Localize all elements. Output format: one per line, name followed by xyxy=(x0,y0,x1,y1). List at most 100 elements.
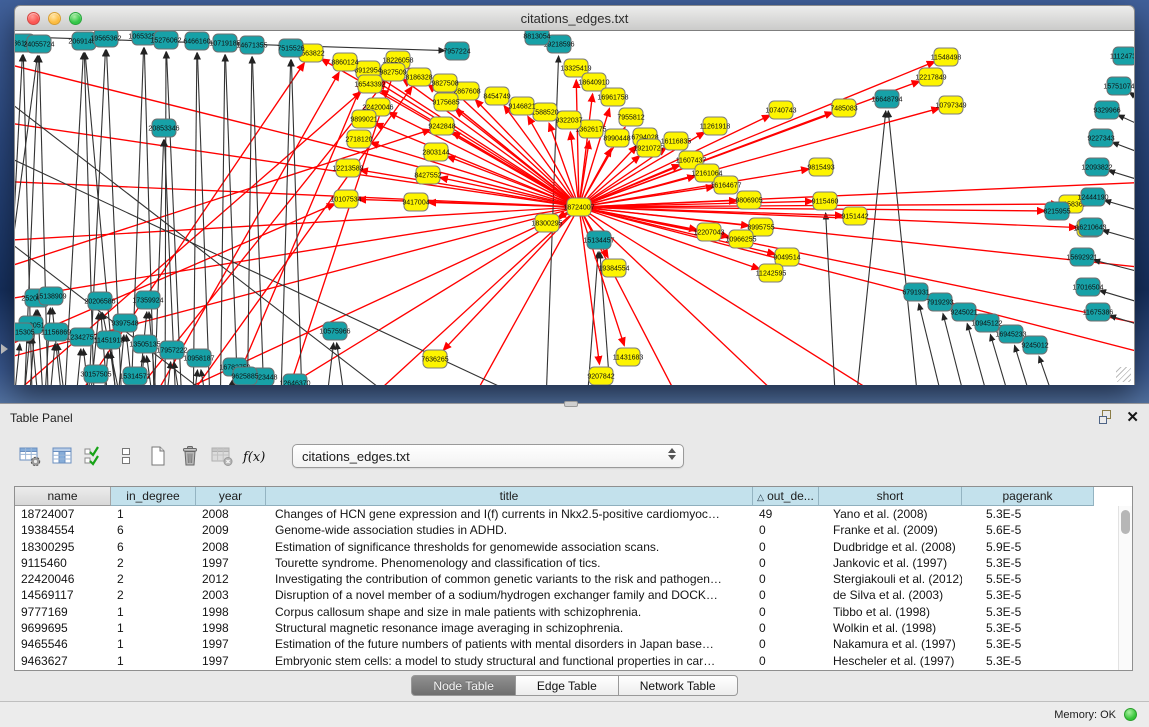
table-row[interactable]: 1456911722003Disruption of a novel membe… xyxy=(15,587,1132,603)
network-node[interactable]: 9315305 xyxy=(15,323,35,341)
network-node[interactable]: 12444190 xyxy=(1077,188,1108,206)
network-node[interactable]: 16164677 xyxy=(710,176,741,194)
table-scrollbar[interactable] xyxy=(1118,506,1132,670)
network-node[interactable]: 9245021 xyxy=(950,303,977,321)
edge[interactable] xyxy=(919,304,950,385)
row-select-icon[interactable] xyxy=(78,441,110,471)
network-node[interactable]: 30157505 xyxy=(80,365,111,383)
network-node[interactable]: 19565362 xyxy=(90,31,121,47)
column-header-outde[interactable]: △out_de... xyxy=(753,487,819,506)
network-node[interactable]: 20853346 xyxy=(148,119,179,137)
network-node[interactable]: 2803144 xyxy=(422,143,449,161)
selected-edge[interactable] xyxy=(455,207,579,385)
new-document-icon[interactable] xyxy=(142,441,174,471)
network-node[interactable]: 16210643 xyxy=(1075,218,1106,236)
edge[interactable] xyxy=(826,213,837,385)
window-resize-grip[interactable] xyxy=(1116,367,1131,382)
network-node[interactable]: 9625885 xyxy=(231,367,258,385)
network-node[interactable]: 16543392 xyxy=(354,75,385,93)
network-node[interactable]: 7919293 xyxy=(926,293,953,311)
network-node[interactable]: 16961758 xyxy=(597,88,628,106)
network-node[interactable]: 17359924 xyxy=(132,291,163,309)
table-row[interactable]: 946362711997Embryonic stem cells: a mode… xyxy=(15,653,1132,669)
network-node[interactable]: 7515526 xyxy=(277,39,304,57)
network-node[interactable]: 17016504 xyxy=(1072,278,1103,296)
network-node[interactable]: 12646370 xyxy=(279,374,310,385)
network-node[interactable]: 15138909 xyxy=(35,287,66,305)
network-node[interactable]: 9227343 xyxy=(1087,129,1114,147)
edge[interactable] xyxy=(1118,115,1135,141)
table-row[interactable]: 911546021997Tourette syndrome. Phenomeno… xyxy=(15,555,1132,571)
edge[interactable] xyxy=(247,57,252,385)
network-node[interactable]: 9806905 xyxy=(735,191,762,209)
selected-edge[interactable] xyxy=(335,207,579,385)
network-node[interactable]: 15692921 xyxy=(1066,248,1097,266)
network-node[interactable]: 8215955 xyxy=(1043,202,1070,220)
rows-icon[interactable] xyxy=(110,441,142,471)
selected-edge[interactable] xyxy=(579,207,1135,361)
table-row[interactable]: 1872400712008Changes of HCN gene express… xyxy=(15,506,1132,522)
network-node[interactable]: 15276062 xyxy=(150,31,181,49)
tab-node-table[interactable]: Node Table xyxy=(411,675,516,696)
edge[interactable] xyxy=(193,53,197,385)
edge[interactable] xyxy=(888,111,921,385)
edge[interactable] xyxy=(943,314,973,385)
network-node[interactable]: 14671355 xyxy=(236,36,267,54)
network-node[interactable]: 6791931 xyxy=(902,283,929,301)
function-icon[interactable]: f(x) xyxy=(238,441,270,471)
column-header-indegree[interactable]: in_degree xyxy=(111,487,196,506)
edge[interactable] xyxy=(1103,230,1135,251)
table-row[interactable]: 969969511998Structural magnetic resonanc… xyxy=(15,620,1132,636)
network-node[interactable]: 16648794 xyxy=(871,90,902,108)
edge[interactable] xyxy=(280,60,291,385)
table-selector-dropdown[interactable]: citations_edges.txt xyxy=(292,444,684,468)
network-node[interactable]: 9175685 xyxy=(432,93,459,111)
network-node[interactable]: 8454749 xyxy=(483,87,510,105)
tab-network-table[interactable]: Network Table xyxy=(619,675,738,696)
network-node[interactable]: 24055724 xyxy=(23,35,54,53)
minimize-window-button[interactable] xyxy=(48,12,61,25)
network-node[interactable]: 8813054 xyxy=(523,31,550,45)
tab-edge-table[interactable]: Edge Table xyxy=(516,675,619,696)
selected-edge[interactable] xyxy=(579,207,1135,331)
network-node[interactable]: 9242848 xyxy=(428,117,455,135)
network-node[interactable]: 10797349 xyxy=(935,96,966,114)
network-node[interactable]: 16116835 xyxy=(661,132,692,150)
network-node[interactable]: 11431683 xyxy=(613,348,644,366)
network-node[interactable]: 9827509 xyxy=(379,63,406,81)
network-node[interactable]: 9115460 xyxy=(812,192,839,210)
network-node[interactable]: 15751074 xyxy=(1103,77,1134,95)
column-visibility-icon[interactable] xyxy=(46,441,78,471)
network-node[interactable]: 11548498 xyxy=(931,48,962,66)
network-node[interactable]: 8427552 xyxy=(414,166,441,184)
network-node[interactable]: 8860124 xyxy=(331,53,358,71)
network-node[interactable]: 18724007 xyxy=(563,198,594,216)
network-node[interactable]: 12217849 xyxy=(915,68,946,86)
edge[interactable] xyxy=(853,111,886,385)
network-node[interactable]: 9899021 xyxy=(350,110,377,128)
network-node[interactable]: 9151442 xyxy=(841,207,868,225)
network-node[interactable]: 2718120 xyxy=(345,130,372,148)
edge[interactable] xyxy=(1108,171,1135,191)
network-node[interactable]: 9815493 xyxy=(807,158,834,176)
table-settings-icon[interactable] xyxy=(14,441,46,471)
column-header-title[interactable]: title xyxy=(266,487,753,506)
network-node[interactable]: 19384554 xyxy=(598,259,629,277)
network-node[interactable]: 6466160 xyxy=(183,32,210,50)
edge[interactable] xyxy=(165,52,166,385)
network-node[interactable]: 7485083 xyxy=(830,99,857,117)
network-node[interactable]: 15314571 xyxy=(119,367,150,385)
network-node[interactable]: 9146821 xyxy=(508,97,535,115)
column-header-name[interactable]: name xyxy=(15,487,111,506)
network-node[interactable]: 7957224 xyxy=(443,42,470,60)
network-node[interactable]: 15134457 xyxy=(583,231,614,249)
network-node[interactable]: 16945233 xyxy=(995,325,1026,343)
edge[interactable] xyxy=(144,48,155,385)
edge[interactable] xyxy=(15,344,20,385)
zoom-window-button[interactable] xyxy=(69,12,82,25)
network-node[interactable]: 8990448 xyxy=(603,129,630,147)
edge[interactable] xyxy=(1039,356,1065,385)
network-node[interactable]: 12093822 xyxy=(1081,158,1112,176)
network-node[interactable]: 7636265 xyxy=(421,350,448,368)
network-node[interactable]: 10958187 xyxy=(183,349,214,367)
